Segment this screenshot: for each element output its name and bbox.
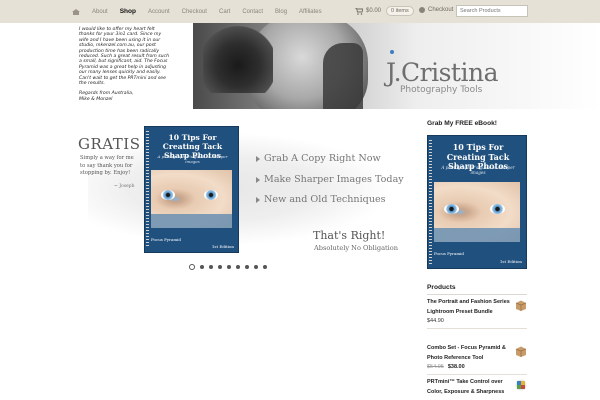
- checkout-label[interactable]: Checkout: [428, 7, 453, 13]
- nav-cart[interactable]: Cart: [219, 9, 230, 15]
- price-current: $44.90: [427, 318, 444, 324]
- box-icon[interactable]: [515, 298, 527, 311]
- ebook-subtitle: A photographer's guide to sharper images: [441, 165, 515, 175]
- gratis-heading: GRATIS: [78, 135, 141, 153]
- arrow-right-icon: [256, 155, 260, 162]
- top-navigation-bar: About Shop Account Checkout Cart Contact…: [0, 0, 600, 23]
- slider-dot[interactable]: [218, 265, 222, 269]
- ebook-eyes-photo: [434, 182, 520, 242]
- slider-dot[interactable]: [189, 264, 195, 270]
- bullet-text: Grab A Copy Right Now: [264, 153, 381, 164]
- search-input[interactable]: [456, 5, 528, 17]
- nav-shop[interactable]: Shop: [120, 8, 136, 15]
- promo-slider[interactable]: GRATIS Simply a way for me to say thank …: [78, 124, 404, 259]
- thats-right-heading: That's Right!: [313, 229, 386, 242]
- bullet-item: New and Old Techniques: [256, 194, 386, 205]
- price-current: $38.00: [447, 364, 465, 370]
- product-item[interactable]: The Portrait and Fashion Series Lightroo…: [427, 298, 527, 329]
- product-name[interactable]: Combo Set - Focus Pyramid & Photo Refere…: [427, 344, 511, 363]
- ebook-subtitle: A photographer's guide to sharper images: [157, 154, 228, 164]
- product-divider: [427, 328, 527, 329]
- ebook-footer-right: 1st Edition: [499, 259, 522, 264]
- eye: [204, 190, 218, 200]
- bullet-item: Make Sharper Images Today: [256, 174, 404, 185]
- cart-icon[interactable]: [355, 7, 364, 15]
- slider-dot[interactable]: [245, 265, 249, 269]
- color-chart-icon[interactable]: [515, 378, 527, 391]
- photo-band: [434, 228, 520, 242]
- main-nav: About Shop Account Checkout Cart Contact…: [72, 0, 334, 23]
- eye: [444, 204, 459, 214]
- product-price: $54.95 $38.00: [427, 364, 527, 370]
- testimonial-signoff-2: Mike & Monzel: [79, 96, 113, 102]
- box-icon[interactable]: [515, 344, 527, 357]
- eye: [161, 190, 175, 200]
- testimonial: I would like to offer my heart felt than…: [79, 27, 171, 102]
- photographer-hand: [323, 43, 363, 109]
- cart-amount[interactable]: $0.00: [366, 8, 381, 14]
- nav-contact[interactable]: Contact: [242, 9, 263, 15]
- gear-icon: [419, 7, 425, 13]
- camera-lens: [203, 23, 273, 93]
- bullet-text: Make Sharper Images Today: [264, 174, 404, 185]
- checkout-link[interactable]: Checkout: [419, 7, 453, 13]
- ebook-heading: Grab My FREE eBook!: [427, 120, 497, 127]
- cart-summary[interactable]: $0.00 0 items: [355, 6, 414, 16]
- nav-account[interactable]: Account: [148, 9, 170, 15]
- ebook-cover-sidebar[interactable]: 10 Tips For Creating Tack Sharp Photos A…: [427, 135, 527, 269]
- spiral-binding: [429, 140, 432, 264]
- home-icon[interactable]: [72, 8, 80, 15]
- bullet-text: New and Old Techniques: [264, 194, 386, 205]
- nav-checkout[interactable]: Checkout: [182, 9, 207, 15]
- arrow-right-icon: [256, 196, 260, 203]
- arrow-right-icon: [256, 176, 260, 183]
- no-obligation-text: Absolutely No Obligation: [314, 244, 398, 252]
- brand-tagline: Photography Tools: [400, 85, 483, 95]
- product-name[interactable]: The Portrait and Fashion Series Lightroo…: [427, 298, 511, 317]
- ebook-footer-right: 1st Edition: [211, 244, 234, 249]
- nav-affiliates[interactable]: Affiliates: [299, 9, 322, 15]
- testimonial-body: I would like to offer my heart felt than…: [79, 27, 169, 87]
- slider-pagination[interactable]: [189, 264, 272, 270]
- nav-blog[interactable]: Blog: [275, 9, 287, 15]
- brand-logo[interactable]: J.Cristina: [386, 58, 498, 87]
- slider-dot[interactable]: [209, 265, 213, 269]
- logo-dot: [390, 50, 394, 54]
- eye: [490, 204, 505, 214]
- products-heading: Products: [427, 284, 456, 291]
- photo-band: [151, 214, 232, 228]
- product-item[interactable]: Combo Set - Focus Pyramid & Photo Refere…: [427, 344, 527, 375]
- slider-dot[interactable]: [227, 265, 231, 269]
- products-rule: [427, 294, 527, 295]
- ebook-cover-slider[interactable]: 10 Tips For Creating Tack Sharp Photos A…: [144, 126, 239, 253]
- slider-dot[interactable]: [254, 265, 258, 269]
- cart-items-badge[interactable]: 0 items: [386, 6, 414, 16]
- spiral-binding: [146, 131, 149, 248]
- gratis-subtext: Simply a way for me to say thank you for…: [80, 155, 134, 176]
- product-name[interactable]: PRTmini™ Take Control over Color, Exposu…: [427, 378, 511, 397]
- ebook-eyes-photo: [151, 170, 232, 228]
- product-item[interactable]: PRTmini™ Take Control over Color, Exposu…: [427, 378, 527, 397]
- slider-dot[interactable]: [200, 265, 204, 269]
- bullet-item: Grab A Copy Right Now: [256, 153, 381, 164]
- nav-about[interactable]: About: [92, 9, 108, 15]
- product-divider: [427, 374, 527, 375]
- signature: ~ Joseph: [114, 184, 135, 189]
- price-old: $54.95: [427, 364, 444, 370]
- ebook-footer-left: Focus Pyramid: [151, 237, 181, 242]
- ebook-footer-left: Focus Pyramid: [434, 251, 464, 256]
- slider-dot[interactable]: [236, 265, 240, 269]
- product-price: $44.90: [427, 318, 527, 324]
- slider-dot[interactable]: [263, 265, 267, 269]
